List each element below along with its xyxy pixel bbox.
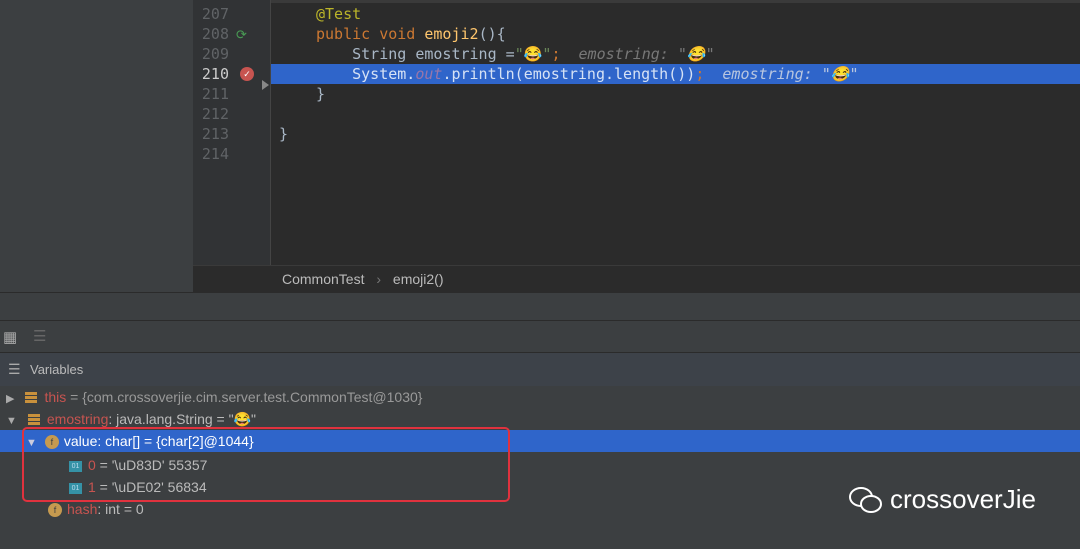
var-name: emostring [46,411,109,427]
breadcrumb-separator: › [376,271,382,287]
field-icon: f [48,503,62,518]
highlight-annotation-box [22,427,510,502]
line-number: 210 [201,65,229,83]
code-text: (){ [478,25,506,43]
divider [0,292,1080,320]
breadcrumb: CommonTest › emoji2() [193,265,1080,292]
settings-sliders-icon[interactable]: ☰ [33,327,46,345]
object-icon [27,414,40,427]
code-text: System. [316,65,416,83]
line-number: 212 [201,105,229,123]
var-type: : java.lang.String [108,411,213,427]
keyword: public void [316,25,425,43]
code-text: .println(emostring.length()) [442,65,696,83]
code-text: String emostring = [316,45,515,63]
var-value: = "😂" [212,411,256,427]
line-number: 209 [201,45,229,63]
expand-arrow-icon[interactable]: ▶ [6,393,14,405]
var-value: = {com.crossoverjie.cim.server.test.Comm… [66,389,423,405]
var-name: hash [67,501,98,517]
breakpoint-icon[interactable]: ✓ [240,67,254,81]
string-literal: "😂" [514,45,552,63]
var-type: : int [97,501,120,517]
frames-grid-icon[interactable]: ▦ [3,328,17,346]
execution-point-icon [262,80,269,90]
line-number: 213 [201,125,229,143]
tree-row[interactable]: ▶ this = {com.crossoverjie.cim.server.tes… [0,386,1080,408]
variables-header: ☰ Variables [0,353,1080,386]
inline-debug-hint: emostring: "😂" [704,65,859,83]
static-field: out [415,65,443,83]
object-icon [25,392,38,405]
debug-toolbar: ▦ ☰ [0,320,1080,353]
line-number: 211 [201,85,229,103]
var-name: this [44,389,67,405]
code-text: } [279,125,289,143]
watermark: crossoverJie [848,484,1036,515]
annotation: @Test [316,5,362,23]
variables-list-icon: ☰ [8,361,21,377]
line-number: 208 [201,25,229,43]
project-pane [0,0,193,292]
variables-title: Variables [30,362,84,377]
breadcrumb-method[interactable]: emoji2() [393,271,444,287]
run-test-icon[interactable]: ⟳ [236,27,247,43]
divider [271,0,1080,3]
line-number: 207 [201,5,229,23]
collapse-arrow-icon[interactable]: ▼ [6,415,17,427]
watermark-text: crossoverJie [890,484,1036,514]
line-number: 214 [201,145,229,163]
var-value: = 0 [119,501,144,517]
breadcrumb-class[interactable]: CommonTest [282,271,364,287]
inline-debug-hint: emostring: "😂" [560,45,715,63]
code-text: } [316,85,326,103]
wechat-icon [849,486,882,513]
code-text: ; [695,65,705,83]
method-name: emoji2 [424,25,479,43]
